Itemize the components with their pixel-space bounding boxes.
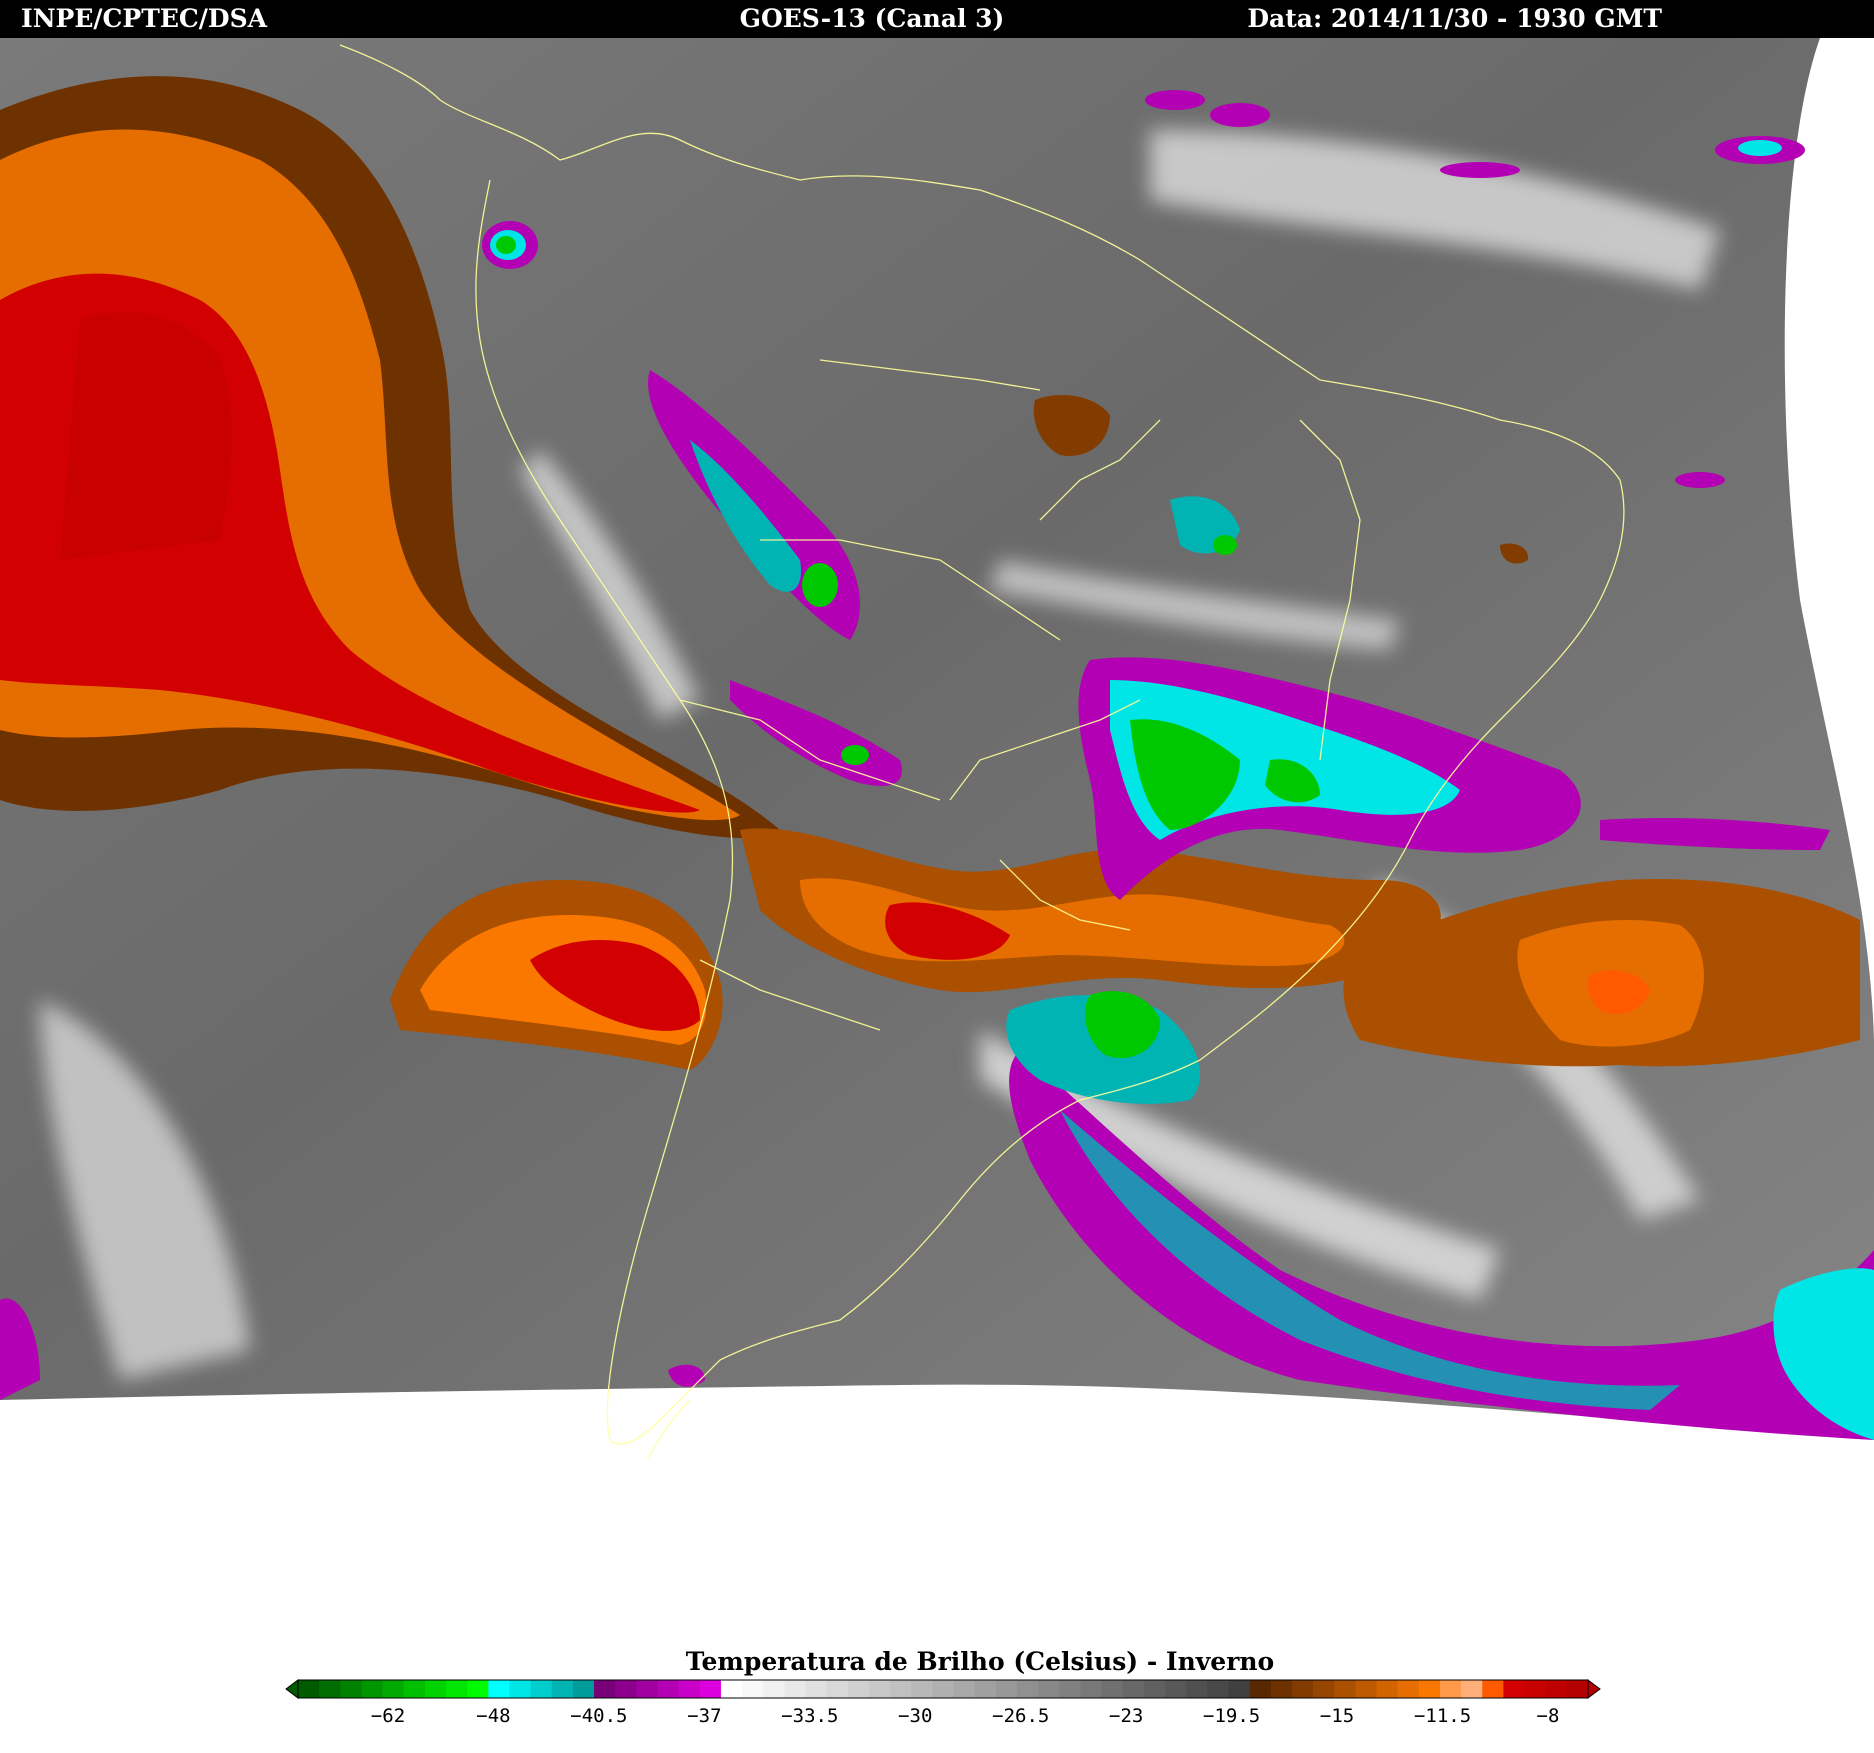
colorbar-tick-label: −40.5 — [570, 1705, 627, 1727]
colorbar-step — [1101, 1680, 1124, 1698]
colorbar-step — [1207, 1680, 1229, 1698]
colorbar-tick-label: −33.5 — [781, 1705, 838, 1727]
colorbar-step — [594, 1680, 616, 1698]
colorbar-tick-label: −30 — [898, 1705, 932, 1727]
colorbar-tick-label: −19.5 — [1203, 1705, 1260, 1727]
colorbar-step — [868, 1680, 891, 1698]
colorbar-step — [1355, 1680, 1378, 1698]
colorbar-step — [615, 1680, 637, 1698]
colorbar-tick-label: −48 — [476, 1705, 510, 1727]
colorbar-tick-labels: −62 −48 −40.5 −37 −33.5 −30 −26.5 −23 −19.5 −15 −1… — [371, 1705, 1560, 1727]
colorbar-step — [932, 1680, 955, 1698]
colorbar-step — [424, 1680, 447, 1698]
colorbar-right-arrow — [1587, 1679, 1601, 1699]
colorbar-tick-label: −23 — [1109, 1705, 1143, 1727]
colorbar-step — [1566, 1680, 1589, 1698]
colorbar-step — [1228, 1680, 1251, 1698]
colorbar-tick-label: −37 — [687, 1705, 721, 1727]
colorbar-step — [1376, 1680, 1399, 1698]
colorbar-step — [509, 1680, 532, 1698]
colorbar-tick-label: −11.5 — [1414, 1705, 1471, 1727]
colorbar-step — [1270, 1680, 1293, 1698]
colorbar-step — [974, 1680, 997, 1698]
colorbar-step — [340, 1680, 362, 1698]
colorbar-step — [953, 1680, 976, 1698]
colorbar-step — [1122, 1680, 1145, 1698]
colorbar-step — [1334, 1680, 1356, 1698]
colorbar-step — [890, 1680, 912, 1698]
header-bar: INPE/CPTEC/DSA GOES-13 (Canal 3) Data: 2… — [0, 0, 1874, 38]
colorbar-step — [467, 1680, 489, 1698]
colorbar-step — [1080, 1680, 1103, 1698]
patagonia-outline — [647, 1399, 691, 1458]
colorbar-step — [742, 1680, 764, 1698]
colorbar-step — [1249, 1680, 1272, 1698]
colorbar-left-arrow — [285, 1679, 299, 1699]
colorbar-step — [319, 1680, 341, 1698]
colorbar-step — [1482, 1680, 1504, 1698]
date-time-label: Data: 2014/11/30 - 1930 GMT — [1247, 4, 1662, 33]
colorbar-step — [911, 1680, 933, 1698]
colorbar-step — [699, 1680, 722, 1698]
satellite-map — [0, 38, 1874, 1458]
colorbar-tick-label: −26.5 — [992, 1705, 1049, 1727]
colorbar-step — [1418, 1680, 1441, 1698]
colorbar-tick-label: −8 — [1537, 1705, 1560, 1727]
colorbar-step — [1038, 1680, 1060, 1698]
colorbar-step — [446, 1680, 468, 1698]
colorbar-step — [657, 1680, 680, 1698]
colorbar-step — [1017, 1680, 1039, 1698]
colorbar-step — [1313, 1680, 1335, 1698]
legend-title: Temperatura de Brilho (Celsius) - Invern… — [685, 1647, 1275, 1676]
colorbar-step — [1397, 1680, 1420, 1698]
colorbar-step — [530, 1680, 553, 1698]
colorbar-steps — [285, 1679, 1601, 1699]
colorbar-step — [551, 1680, 574, 1698]
colorbar-step — [572, 1680, 595, 1698]
colorbar-step — [1545, 1680, 1568, 1698]
colorbar-step — [678, 1680, 701, 1698]
colorbar-step — [1059, 1680, 1081, 1698]
colorbar-step — [847, 1680, 870, 1698]
colorbar-step — [826, 1680, 849, 1698]
colorbar-step — [784, 1680, 807, 1698]
colorbar-step — [298, 1680, 320, 1698]
colorbar-step — [1439, 1680, 1462, 1698]
colorbar-step — [995, 1680, 1018, 1698]
colorbar-step — [1461, 1680, 1483, 1698]
colorbar-tick-label: −15 — [1320, 1705, 1354, 1727]
colorbar-step — [361, 1680, 384, 1698]
temperature-colorbar: −62 −48 −40.5 −37 −33.5 −30 −26.5 −23 −19.5 −15 −1… — [285, 1679, 1601, 1727]
colorbar-step — [1143, 1680, 1166, 1698]
colorbar-step — [382, 1680, 405, 1698]
colorbar-step — [1165, 1680, 1187, 1698]
colorbar-step — [805, 1680, 828, 1698]
colorbar-tick-label: −62 — [371, 1705, 405, 1727]
colorbar-step — [763, 1680, 785, 1698]
colorbar-step — [1524, 1680, 1547, 1698]
colorbar-step — [1186, 1680, 1208, 1698]
colorbar-step — [636, 1680, 659, 1698]
colorbar-step — [403, 1680, 426, 1698]
colorbar-step — [1291, 1680, 1314, 1698]
colorbar-step — [720, 1680, 743, 1698]
colorbar-step — [1503, 1680, 1526, 1698]
colorbar-step — [488, 1680, 510, 1698]
